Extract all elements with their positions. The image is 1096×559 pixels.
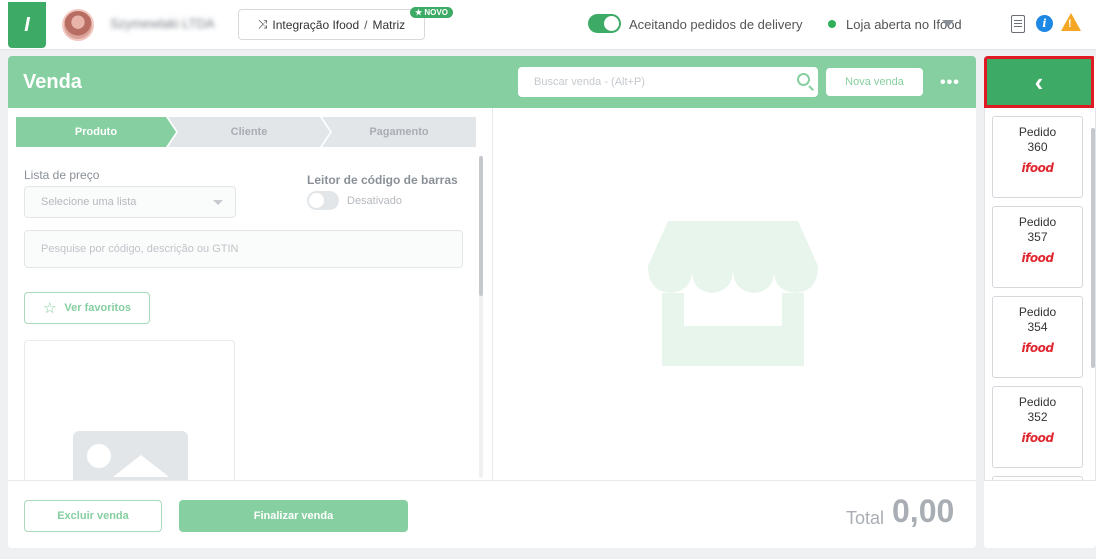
company-name[interactable]: Szymewlaki LTDA [110, 16, 215, 31]
price-list-select[interactable]: Selecione uma lista [24, 186, 236, 218]
new-sale-button[interactable]: Nova venda [826, 68, 923, 96]
integration-target: Matriz [372, 17, 406, 32]
shuffle-icon: ⤨ [257, 17, 268, 31]
sale-panel: Venda Nova venda ••• Produto Cliente Pag… [8, 56, 976, 548]
ifood-logo-icon: ifood [1021, 341, 1054, 355]
step-customer[interactable]: Cliente [168, 117, 330, 147]
barcode-toggle[interactable] [307, 191, 339, 210]
delivery-toggle-label: Aceitando pedidos de delivery [629, 17, 803, 32]
orders-footer [984, 480, 1096, 548]
product-search-input[interactable] [25, 231, 462, 267]
scrollbar-thumb[interactable] [1091, 128, 1095, 368]
barcode-toggle-state: Desativado [347, 195, 403, 207]
price-list-label: Lista de preço [24, 168, 100, 182]
warning-icon-glyph: ! [1068, 18, 1072, 30]
barcode-label: Leitor de código de barras [307, 173, 458, 187]
total-value: 0,00 [892, 493, 955, 529]
order-card[interactable]: Pedido 354 ifood [992, 296, 1083, 378]
favorites-label: Ver favoritos [64, 302, 132, 314]
order-card[interactable]: Pedido 357 ifood [992, 206, 1083, 288]
integration-separator: / [364, 17, 368, 32]
search-icon[interactable] [797, 73, 810, 86]
store-status-dot [828, 20, 836, 28]
delete-sale-button[interactable]: Excluir venda [24, 500, 162, 532]
order-card[interactable]: Pedido 360 ifood [992, 116, 1083, 198]
star-icon: ☆ [42, 300, 57, 317]
sale-steps: Produto Cliente Pagamento [16, 117, 476, 147]
more-options-icon[interactable]: ••• [940, 74, 960, 92]
info-icon[interactable]: i [1036, 15, 1053, 32]
order-number: 352 [1027, 410, 1048, 424]
delivery-toggle[interactable] [588, 14, 621, 33]
ifood-logo-icon: ifood [1021, 251, 1054, 265]
warning-icon[interactable]: ! [1061, 13, 1081, 31]
company-avatar[interactable] [62, 9, 94, 41]
order-number: 360 [1027, 140, 1048, 154]
order-title: Pedido [1018, 125, 1057, 139]
ifood-logo-icon: ifood [1021, 431, 1054, 445]
step-payment[interactable]: Pagamento [322, 117, 476, 147]
step-product[interactable]: Produto [16, 117, 176, 147]
product-column: Lista de preço Selecione uma lista Leito… [8, 156, 492, 490]
order-card[interactable]: Pedido 352 ifood [992, 386, 1083, 468]
order-title: Pedido [1018, 395, 1057, 409]
order-list: Pedido 360 ifood Pedido 357 ifood Pedido… [984, 108, 1096, 480]
order-number: 357 [1027, 230, 1048, 244]
sale-header: Venda Nova venda ••• [8, 56, 976, 108]
scrollbar-thumb[interactable] [479, 156, 483, 296]
integration-button[interactable]: ⤨ Integração Ifood / Matriz [238, 9, 425, 40]
product-card[interactable] [24, 340, 235, 490]
collapse-orders-button[interactable]: ‹ [984, 56, 1094, 108]
new-badge: ★ NOVO [410, 7, 453, 18]
app-logo[interactable]: I [8, 2, 46, 48]
total-label: Total [846, 508, 885, 528]
order-title: Pedido [1018, 215, 1057, 229]
product-search [24, 230, 463, 268]
chevron-down-icon [213, 200, 223, 205]
column-divider [492, 108, 493, 480]
finish-sale-button[interactable]: Finalizar venda [179, 500, 408, 532]
ifood-logo-icon: ifood [1021, 161, 1054, 175]
document-icon[interactable] [1011, 15, 1025, 33]
price-list-placeholder: Selecione uma lista [41, 196, 137, 208]
sale-search-input[interactable] [518, 67, 778, 97]
page-title: Venda [23, 71, 82, 93]
favorites-button[interactable]: ☆ Ver favoritos [24, 292, 150, 324]
sale-footer: Excluir venda Finalizar venda Total 0,00 [8, 480, 976, 548]
store-icon [648, 221, 818, 366]
order-title: Pedido [1018, 305, 1057, 319]
orders-column: ‹ Pedido 360 ifood Pedido 357 ifood Pedi… [984, 56, 1096, 548]
integration-label: Integração Ifood [272, 17, 360, 32]
top-bar: I Szymewlaki LTDA ⤨ Integração Ifood / M… [0, 0, 1096, 50]
chevron-down-icon[interactable] [942, 20, 954, 27]
chevron-left-icon: ‹ [1034, 66, 1044, 97]
order-number: 354 [1027, 320, 1048, 334]
sale-search [518, 67, 818, 97]
